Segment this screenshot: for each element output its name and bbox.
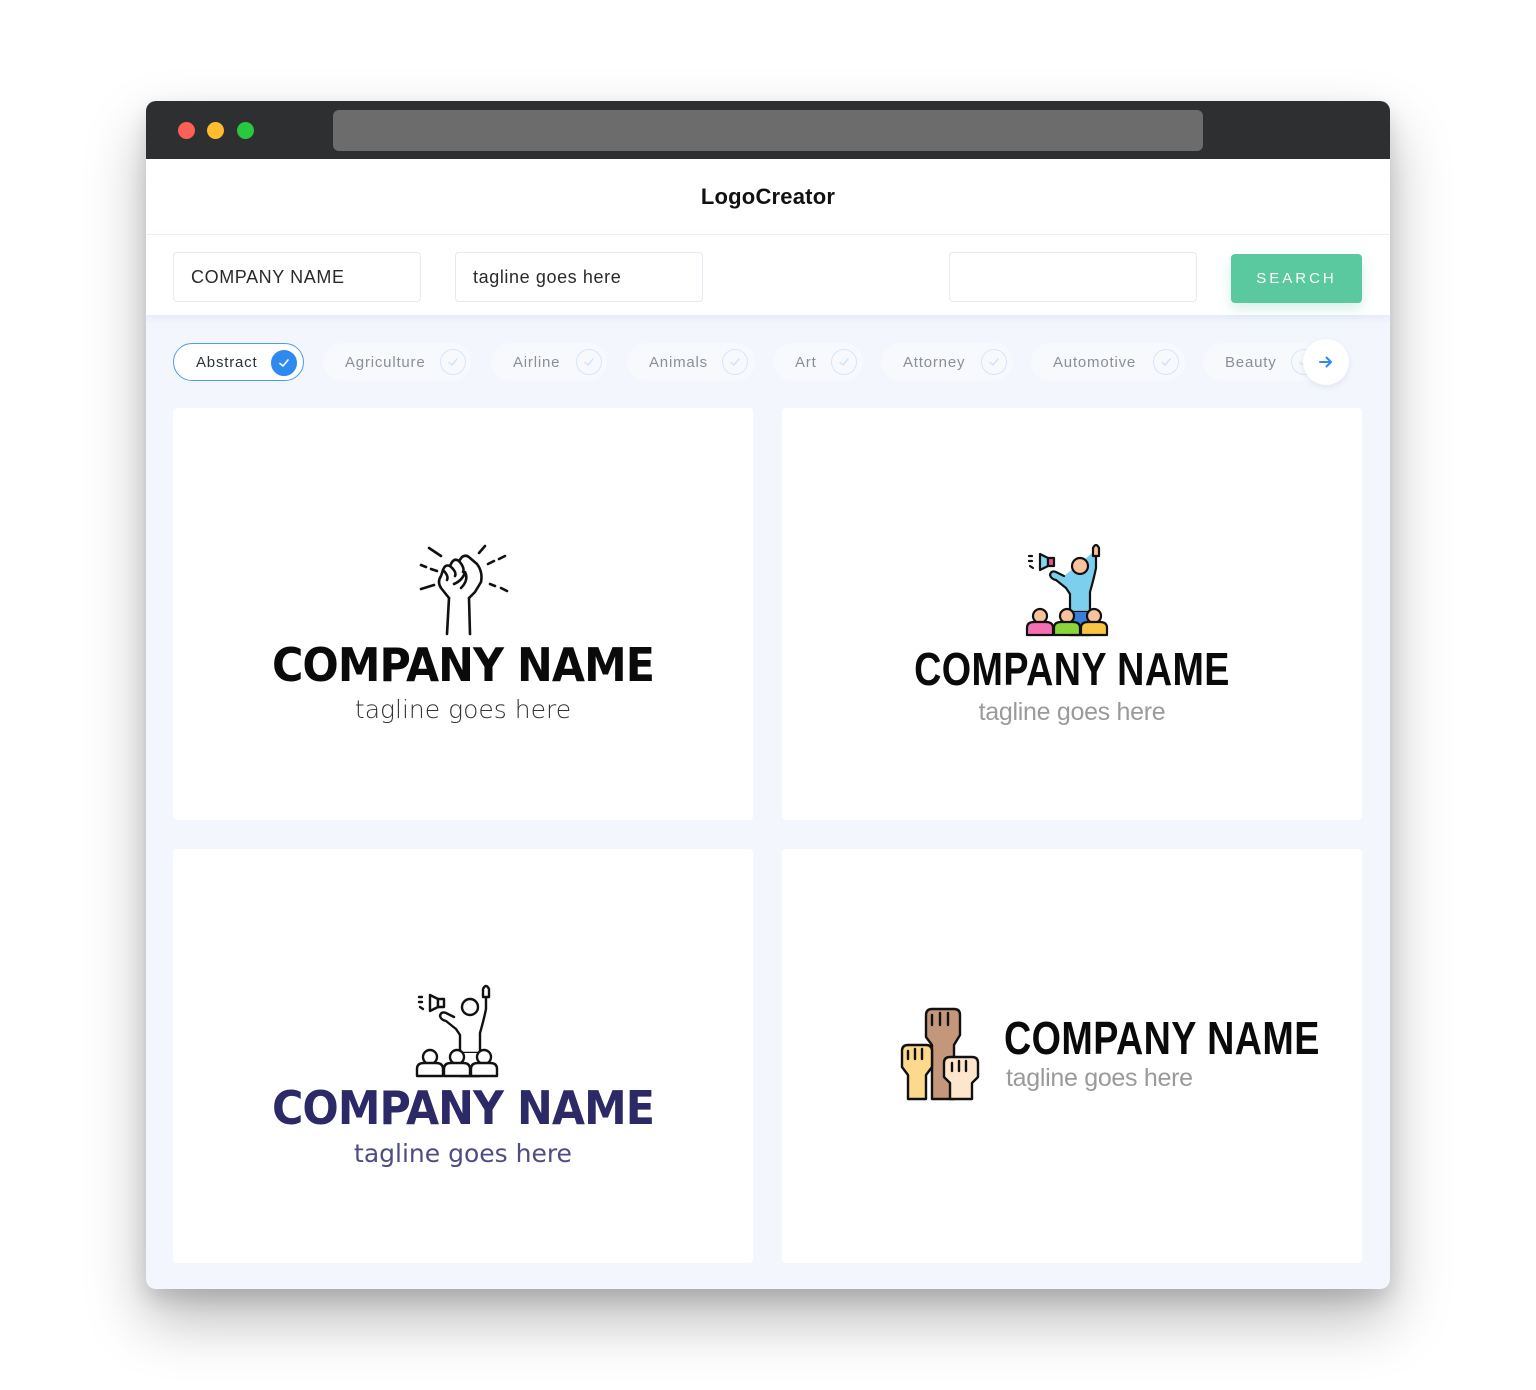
category-label: Abstract xyxy=(196,353,258,371)
company-name-text: COMPANY NAME xyxy=(914,643,1230,695)
check-icon xyxy=(722,349,748,375)
check-icon xyxy=(440,349,466,375)
category-chip-automotive[interactable]: Automotive xyxy=(1031,343,1185,381)
company-name-text: COMPANY NAME xyxy=(1004,1012,1320,1064)
category-chip-art[interactable]: Art xyxy=(773,343,863,381)
app-title: LogoCreator xyxy=(700,183,836,209)
category-label: Automotive xyxy=(1053,353,1137,371)
maximize-window-button[interactable] xyxy=(237,122,254,139)
speaker-crowd-color-icon xyxy=(1025,543,1109,637)
three-raised-fists-color-icon xyxy=(900,1007,980,1101)
category-chip-attorney[interactable]: Attorney xyxy=(881,343,1013,381)
app-header: LogoCreator xyxy=(146,159,1390,235)
title-bar xyxy=(146,101,1390,159)
logo-card[interactable]: COMPANY NAME tagline goes here xyxy=(782,849,1362,1263)
category-chip-animals[interactable]: Animals xyxy=(627,343,755,381)
close-window-button[interactable] xyxy=(178,122,195,139)
next-categories-button[interactable] xyxy=(1303,339,1349,385)
category-filter: Abstract Agriculture Airline Animals Art xyxy=(173,339,1353,385)
check-icon xyxy=(831,349,857,375)
category-label: Airline xyxy=(513,353,561,371)
address-bar[interactable] xyxy=(333,110,1203,151)
logo-card[interactable]: COMPANY NAME tagline goes here xyxy=(173,849,753,1263)
search-button[interactable]: SEARCH xyxy=(1231,254,1362,303)
category-label: Art xyxy=(795,353,817,371)
browser-window: LogoCreator COMPANY NAME tagline goes he… xyxy=(146,101,1390,1289)
tagline-text: tagline goes here xyxy=(978,698,1166,726)
tagline-text: tagline goes here xyxy=(1006,1064,1193,1092)
company-name-text: COMPANY NAME xyxy=(271,638,655,692)
arrow-right-icon xyxy=(1319,356,1332,368)
speaker-crowd-outline-icon xyxy=(415,984,499,1078)
check-icon xyxy=(576,349,602,375)
category-label: Animals xyxy=(649,353,708,371)
search-bar: COMPANY NAME tagline goes here SEARCH xyxy=(146,235,1390,315)
check-icon xyxy=(1153,349,1179,375)
company-name-input[interactable]: COMPANY NAME xyxy=(173,252,421,302)
logo-card[interactable]: COMPANY NAME tagline goes here xyxy=(782,408,1362,820)
category-chip-abstract[interactable]: Abstract xyxy=(173,343,304,381)
raised-fist-outline-icon xyxy=(419,544,509,636)
minimize-window-button[interactable] xyxy=(207,122,224,139)
tagline-text: tagline goes here xyxy=(354,695,572,724)
check-icon xyxy=(271,350,297,376)
check-icon xyxy=(981,349,1007,375)
tagline-input[interactable]: tagline goes here xyxy=(455,252,703,302)
category-label: Agriculture xyxy=(345,353,426,371)
keyword-input[interactable] xyxy=(949,252,1197,302)
tagline-text: tagline goes here xyxy=(354,1139,572,1168)
logo-card[interactable]: COMPANY NAME tagline goes here xyxy=(173,408,753,820)
category-label: Attorney xyxy=(903,353,966,371)
category-label: Beauty xyxy=(1225,353,1277,371)
company-name-text: COMPANY NAME xyxy=(271,1081,655,1135)
category-chip-agriculture[interactable]: Agriculture xyxy=(323,343,471,381)
category-chip-airline[interactable]: Airline xyxy=(491,343,607,381)
